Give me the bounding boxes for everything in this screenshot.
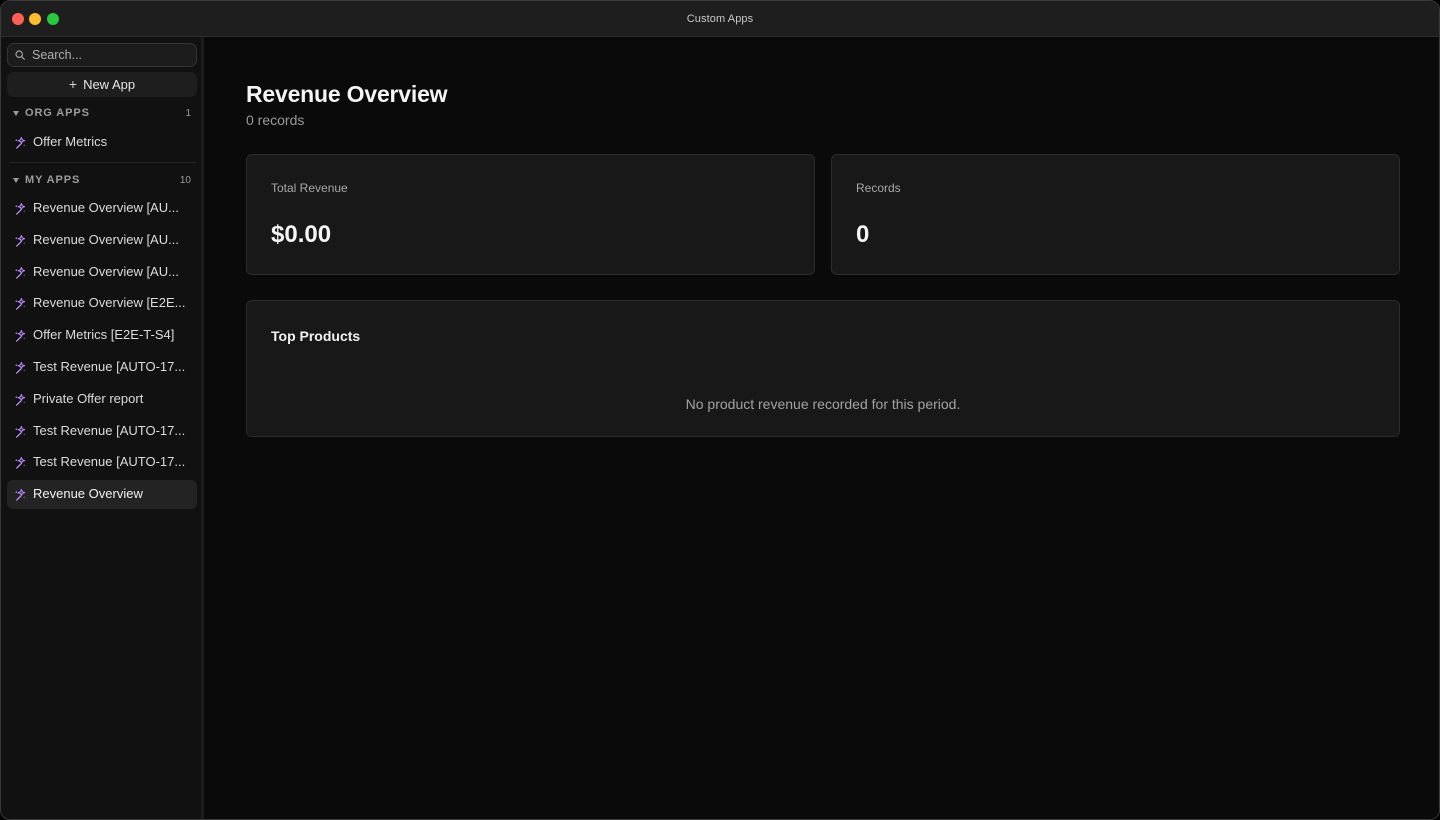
stat-value: 0 [856,221,870,248]
sparkles-icon [13,361,26,374]
sidebar-app-label: Revenue Overview [AU... [33,263,179,279]
sidebar-app-label: Revenue Overview [AU... [33,231,179,247]
sidebar: + New App ORG APPS 1 Offer Metrics MY AP… [1,37,204,819]
my-apps-section-header[interactable]: MY APPS 10 [1,172,201,190]
sidebar-app-label: Offer Metrics [E2E-T-S4] [33,327,175,343]
sidebar-app-item[interactable]: Private Offer report [7,385,197,414]
sidebar-app-item[interactable]: Revenue Overview [AU... [7,226,197,255]
sidebar-app-label: Test Revenue [AUTO-17... [33,422,186,438]
new-app-button[interactable]: + New App [7,72,197,97]
sidebar-app-item[interactable]: Revenue Overview [AU... [7,258,197,287]
sparkles-icon [13,202,26,215]
search-icon [15,50,25,60]
records-card: Records 0 [831,154,1400,275]
record-count: 0 records [246,112,305,128]
top-products-card: Top Products No product revenue recorded… [246,300,1400,437]
sidebar-app-item[interactable]: Test Revenue [AUTO-17... [7,448,197,477]
sparkles-icon [13,136,26,149]
sparkles-icon [13,393,26,406]
sparkles-icon [13,234,26,247]
sidebar-app-item[interactable]: Test Revenue [AUTO-17... [7,353,197,382]
sidebar-app-label: Private Offer report [33,390,144,406]
my-apps-label: MY APPS [25,174,81,186]
caret-down-icon [13,178,19,183]
total-revenue-card: Total Revenue $0.00 [246,154,815,275]
sparkles-icon [13,329,26,342]
sidebar-app-item[interactable]: Offer Metrics [7,128,197,157]
sidebar-app-label: Revenue Overview [E2E... [33,295,186,311]
sparkles-icon [13,266,26,279]
page-title: Revenue Overview [246,81,448,107]
new-app-label: New App [83,77,136,92]
stat-value: $0.00 [271,221,332,248]
top-products-title: Top Products [271,328,361,344]
org-apps-section-header[interactable]: ORG APPS 1 [1,105,201,123]
org-apps-count: 1 [185,108,191,119]
sidebar-app-item[interactable]: Revenue Overview [7,480,197,510]
stat-label: Total Revenue [271,181,348,195]
sparkles-icon [13,425,26,438]
sidebar-app-item[interactable]: Revenue Overview [E2E... [7,289,197,318]
stat-label: Records [856,181,901,195]
caret-down-icon [13,111,19,116]
window-title: Custom Apps [686,13,754,25]
sidebar-app-label: Test Revenue [AUTO-17... [33,359,186,374]
sparkles-icon [13,488,26,501]
sidebar-app-item[interactable]: Revenue Overview [AU... [7,194,197,223]
sidebar-app-item[interactable]: Offer Metrics [E2E-T-S4] [7,321,197,350]
sidebar-app-label: Revenue Overview [AU... [33,200,179,215]
main-content: Revenue Overview 0 records Total Revenue… [204,37,1439,819]
sparkles-icon [13,297,26,311]
sidebar-app-label: Revenue Overview [33,486,143,502]
title-bar: Custom Apps [1,1,1439,37]
org-apps-label: ORG APPS [25,107,90,119]
sidebar-app-label: Offer Metrics [33,134,108,149]
my-apps-count: 10 [179,175,191,186]
search-input[interactable] [32,46,192,64]
sidebar-app-label: Test Revenue [AUTO-17... [33,454,186,470]
section-divider [9,162,196,163]
empty-state-message: No product revenue recorded for this per… [685,396,961,412]
sparkles-icon [13,456,26,470]
plus-icon: + [68,76,78,92]
sidebar-app-item[interactable]: Test Revenue [AUTO-17... [7,417,197,446]
app-window: Custom Apps + New App ORG APPS 1 Offer M… [0,0,1440,820]
search-box[interactable] [7,43,197,67]
